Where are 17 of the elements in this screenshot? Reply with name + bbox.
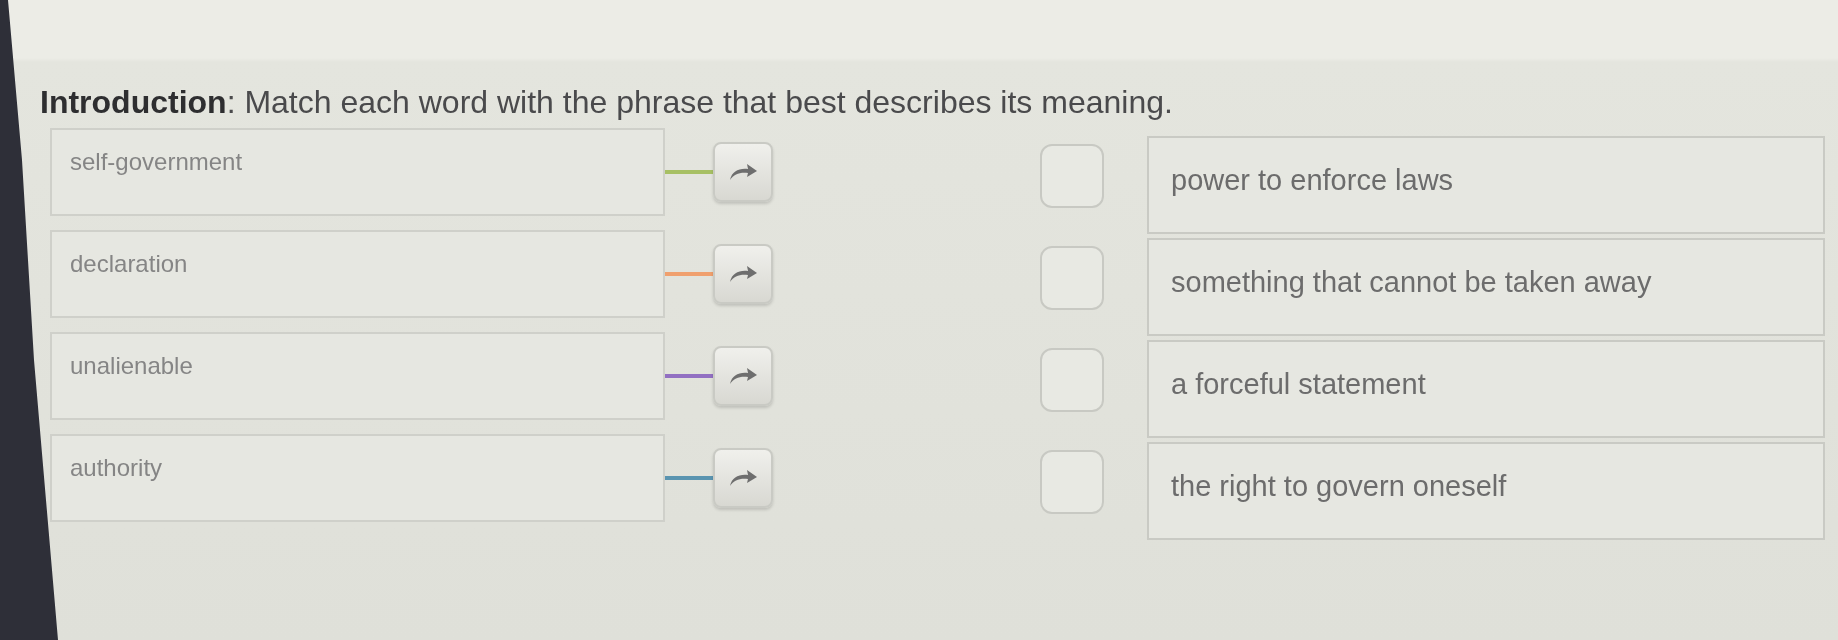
word-card: declaration: [50, 230, 665, 318]
arrow-button[interactable]: [713, 346, 773, 406]
checkbox[interactable]: [1040, 348, 1104, 412]
phrase-card: a forceful statement: [1147, 340, 1825, 438]
word-card: authority: [50, 434, 665, 522]
phrase-card: power to enforce laws: [1147, 136, 1825, 234]
phrase-card: the right to govern oneself: [1147, 442, 1825, 540]
checkbox[interactable]: [1040, 450, 1104, 514]
arrow-button[interactable]: [713, 142, 773, 202]
word-card: unalienable: [50, 332, 665, 420]
instructions-text: Introduction: Match each word with the phrase that best describes its meaning.: [40, 84, 1173, 120]
checkbox[interactable]: [1040, 246, 1104, 310]
arrow-button[interactable]: [713, 244, 773, 304]
word-card: self-government: [50, 128, 665, 216]
arrow-button[interactable]: [713, 448, 773, 508]
phrase-card: something that cannot be taken away: [1147, 238, 1825, 336]
checkbox[interactable]: [1040, 144, 1104, 208]
